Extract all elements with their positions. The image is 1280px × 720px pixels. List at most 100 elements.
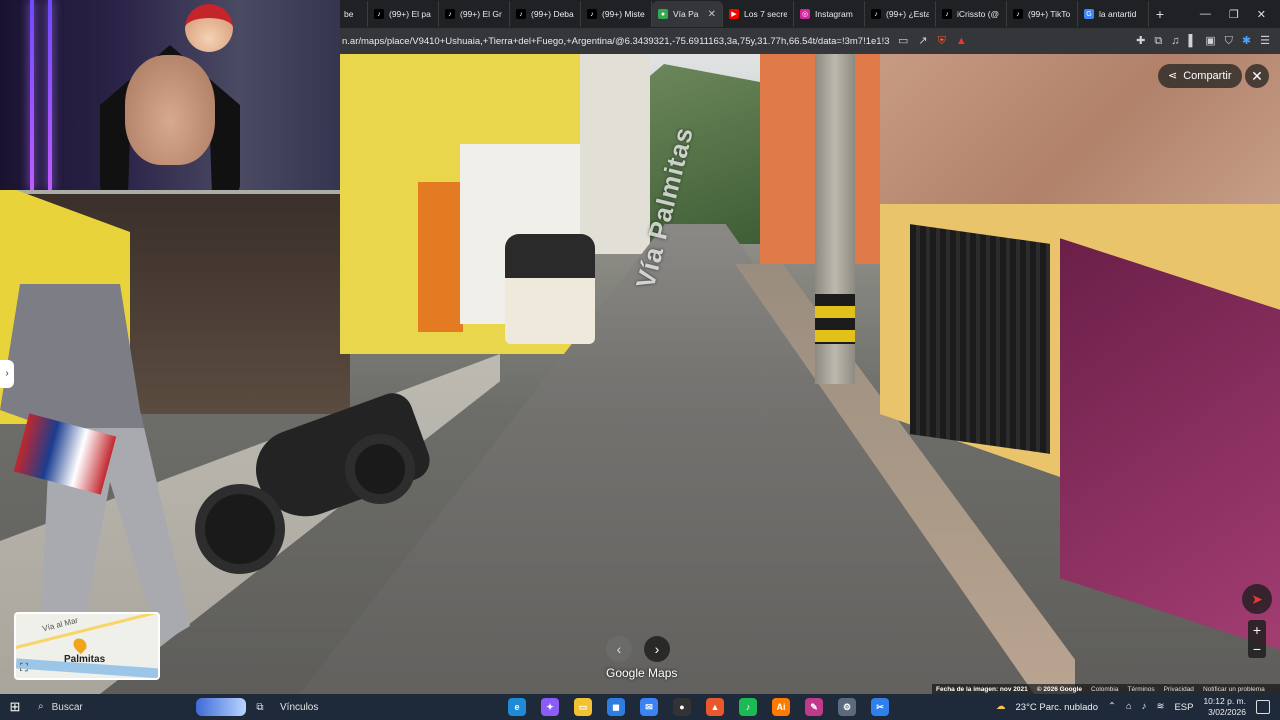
windows-start-icon[interactable]: ⊞ bbox=[0, 699, 30, 715]
browser-tab-bar: be ♪ (99+) El pa ♪ (99+) El Gr ♪ (99+) Deba ♪ (… bbox=[340, 0, 1280, 28]
language-indicator[interactable]: ESP bbox=[1174, 702, 1193, 713]
tab-title: la antartid bbox=[1099, 9, 1137, 19]
report-problem-link[interactable]: Notificar un problema bbox=[1203, 686, 1265, 693]
tab-title: (99+) El Gr bbox=[460, 9, 502, 19]
motorcycle bbox=[195, 374, 436, 574]
settings-icon[interactable]: ⚙ bbox=[838, 698, 856, 716]
weather-text[interactable]: 23°C Parc. nublado bbox=[1016, 702, 1099, 713]
previous-button[interactable]: ‹ bbox=[606, 636, 632, 662]
streamer-face bbox=[125, 55, 215, 165]
close-street-view-button[interactable]: ✕ bbox=[1245, 64, 1269, 88]
tab-title: (99+) El pa bbox=[389, 9, 431, 19]
new-tab-button[interactable]: + bbox=[1149, 6, 1171, 22]
pole-stripes bbox=[815, 294, 855, 344]
tab-title: iCrissto (@ bbox=[957, 9, 1000, 19]
taskbar-search[interactable]: ⌕ Buscar bbox=[30, 696, 246, 718]
expand-map-icon[interactable]: ⛶ bbox=[20, 662, 28, 675]
brave-shield-icon[interactable]: ⛨ bbox=[938, 35, 946, 47]
google-icon: G bbox=[1084, 9, 1094, 19]
spotify-icon[interactable]: ♪ bbox=[739, 698, 757, 716]
browser-tab[interactable]: ♪ (99+) Deba bbox=[510, 1, 581, 27]
restore-button[interactable]: ❐ bbox=[1229, 8, 1239, 21]
mail-icon[interactable]: ✉ bbox=[640, 698, 658, 716]
wallet-icon[interactable]: ▣ bbox=[1205, 35, 1215, 47]
pegman-location-icon bbox=[70, 635, 90, 655]
browser-tab[interactable]: Gla antartid bbox=[1078, 1, 1149, 27]
clock[interactable]: 10:12 p. m. 3/02/2026 bbox=[1203, 696, 1246, 718]
file-explorer-icon[interactable]: ▭ bbox=[574, 698, 592, 716]
menu-icon[interactable]: ☰ bbox=[1260, 35, 1270, 47]
vpn-icon[interactable]: ⛉ bbox=[1225, 35, 1233, 47]
tab-title: Los 7 secre bbox=[744, 9, 787, 19]
tiktok-icon: ♪ bbox=[445, 9, 455, 19]
volume-icon[interactable]: ♪ bbox=[1142, 702, 1147, 712]
extensions-toolbar: ✚ ⧉ ♫ ▌ ▣ ⛉ ✱ ☰ bbox=[1136, 35, 1280, 47]
expand-panel-button[interactable]: › bbox=[0, 360, 14, 388]
network-icon[interactable]: ⌂ bbox=[1126, 702, 1132, 712]
zoom-in-button[interactable]: + bbox=[1253, 622, 1261, 638]
instagram-icon: ◎ bbox=[800, 9, 810, 19]
browser-tab[interactable]: ♪ (99+) TikTo bbox=[1007, 1, 1078, 27]
motorcycle-front-wheel bbox=[345, 434, 415, 504]
close-window-button[interactable]: ✕ bbox=[1257, 8, 1266, 21]
compass-icon[interactable]: ➤ bbox=[1242, 584, 1272, 614]
terms-link[interactable]: Términos bbox=[1127, 686, 1154, 693]
wifi-icon[interactable]: ≋ bbox=[1156, 702, 1164, 712]
brave-rewards-icon[interactable]: ▲ bbox=[956, 35, 967, 47]
browser-tab-partial[interactable]: be bbox=[340, 1, 368, 27]
edge-icon[interactable]: e bbox=[508, 698, 526, 716]
browser-tab[interactable]: ♪ (99+) El Gr bbox=[439, 1, 510, 27]
youtube-icon: ▶ bbox=[729, 9, 739, 19]
share-label: Compartir bbox=[1183, 70, 1232, 82]
chevron-up-icon[interactable]: ⌃ bbox=[1108, 702, 1116, 712]
browser-tab[interactable]: ▶ Los 7 secre bbox=[723, 1, 794, 27]
tiktok-icon: ♪ bbox=[942, 9, 952, 19]
media-icon[interactable]: ♫ bbox=[1171, 35, 1179, 47]
search-placeholder: Buscar bbox=[51, 701, 83, 713]
tiktok-icon: ♪ bbox=[871, 9, 881, 19]
country-link[interactable]: Colombia bbox=[1091, 686, 1118, 693]
browser-tab[interactable]: ● Vía Pa ✕ bbox=[652, 1, 723, 27]
tab-list: ♪ (99+) El pa ♪ (99+) El Gr ♪ (99+) Deba ♪ (99+… bbox=[368, 1, 1149, 27]
ai-assistant-icon[interactable]: ✱ bbox=[1242, 35, 1251, 47]
address-bar[interactable]: n.ar/maps/place/V9410+Ushuaia,+Tierra+de… bbox=[340, 36, 890, 47]
snipping-tool-icon[interactable]: ✂ bbox=[871, 698, 889, 716]
brave-icon[interactable]: ▲ bbox=[706, 698, 724, 716]
cast-icon[interactable]: ▭ bbox=[898, 35, 908, 47]
minimize-button[interactable]: — bbox=[1200, 8, 1211, 21]
tab-title: Instagram bbox=[815, 9, 853, 19]
share-page-icon[interactable]: ↗ bbox=[918, 35, 927, 47]
browser-tab[interactable]: ♪ iCrissto (@ bbox=[936, 1, 1007, 27]
task-view-icon[interactable]: ⧉ bbox=[250, 702, 270, 713]
browser-tab[interactable]: ♪ (99+) Miste bbox=[581, 1, 652, 27]
next-button[interactable]: › bbox=[644, 636, 670, 662]
store-icon[interactable]: ◼ bbox=[607, 698, 625, 716]
zoom-out-button[interactable]: − bbox=[1253, 641, 1261, 657]
navigation-arrows: ‹ › bbox=[606, 636, 670, 662]
share-button[interactable]: ⋖ Compartir bbox=[1158, 64, 1242, 88]
illustrator-icon[interactable]: Ai bbox=[772, 698, 790, 716]
browser-tab[interactable]: ♪ (99+) El pa bbox=[368, 1, 439, 27]
screenshot-icon[interactable]: ⧉ bbox=[1154, 35, 1162, 47]
paint-icon[interactable]: ✎ bbox=[805, 698, 823, 716]
notifications-icon[interactable] bbox=[1255, 700, 1270, 714]
orange-door bbox=[418, 182, 463, 332]
address-bar-actions: ▭ ↗ ⛨ ▲ bbox=[898, 35, 967, 47]
browser-tab[interactable]: ◎ Instagram bbox=[794, 1, 865, 27]
tiktok-icon: ♪ bbox=[1013, 9, 1023, 19]
extensions-icon[interactable]: ✚ bbox=[1136, 35, 1145, 47]
links-toolbar[interactable]: Vínculos bbox=[280, 702, 318, 713]
chevron-right-icon: › bbox=[5, 368, 9, 379]
obs-icon[interactable]: ● bbox=[673, 698, 691, 716]
close-tab-icon[interactable]: ✕ bbox=[708, 9, 716, 20]
tab-title: (99+) TikTo bbox=[1028, 9, 1071, 19]
browser-tab[interactable]: ♪ (99+) ¿Esta bbox=[865, 1, 936, 27]
tab-title: (99+) Deba bbox=[531, 9, 574, 19]
tuktuk bbox=[505, 234, 595, 344]
mascot-avatar bbox=[185, 4, 233, 52]
copilot-icon[interactable]: ✦ bbox=[541, 698, 559, 716]
distant-building-left bbox=[580, 54, 650, 254]
privacy-link[interactable]: Privacidad bbox=[1164, 686, 1194, 693]
minimap[interactable]: Vía al Mar Palmitas ⛶ bbox=[14, 612, 160, 680]
sidebar-icon[interactable]: ▌ bbox=[1188, 35, 1196, 47]
